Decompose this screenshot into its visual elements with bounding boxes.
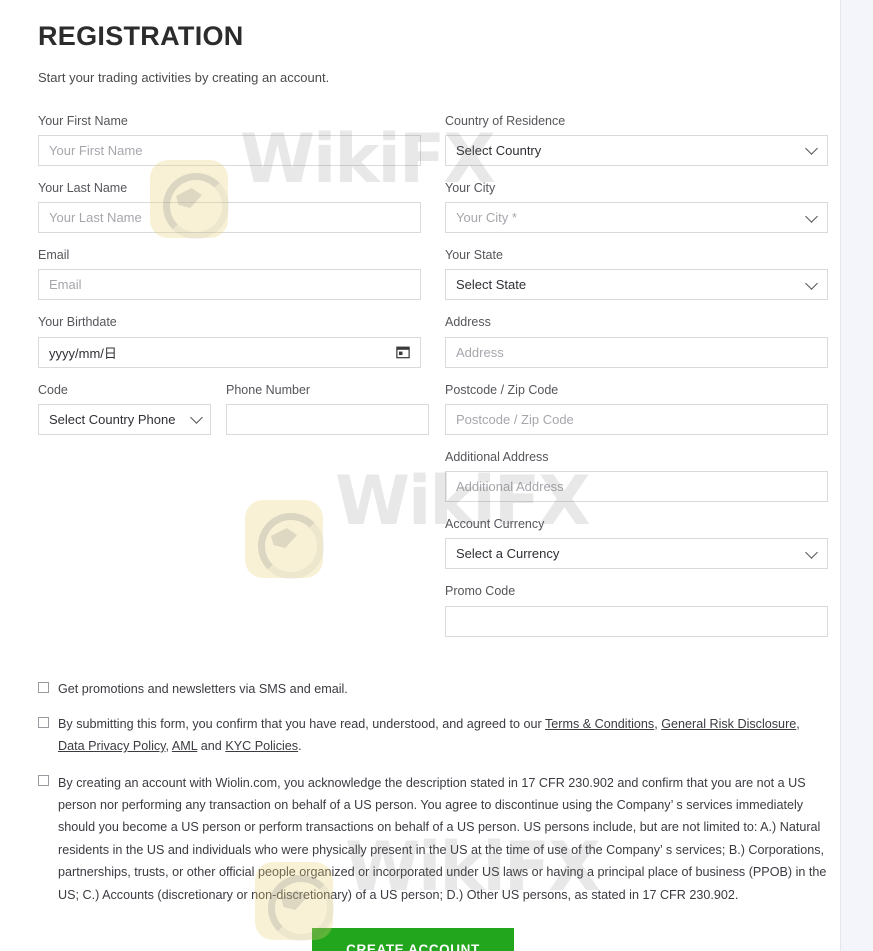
field-promo-code: Promo Code bbox=[445, 583, 828, 637]
label-first-name: Your First Name bbox=[38, 113, 128, 128]
input-additional-address[interactable]: Additional Address bbox=[445, 471, 828, 503]
label-city: Your City bbox=[445, 180, 496, 195]
input-birthdate[interactable]: yyyy/mm/日 bbox=[38, 336, 421, 368]
select-account-currency[interactable]: Select a Currency bbox=[445, 538, 828, 570]
field-email: Email Email bbox=[38, 247, 421, 301]
label-additional-address: Additional Address bbox=[445, 449, 549, 464]
input-first-name-placeholder: Your First Name bbox=[49, 142, 143, 158]
label-promo-code: Promo Code bbox=[445, 584, 516, 599]
consent-terms: By submitting this form, you confirm tha… bbox=[38, 714, 828, 757]
registration-content: REGISTRATION Start your trading activiti… bbox=[0, 0, 840, 951]
checkbox-us-person[interactable] bbox=[38, 774, 49, 786]
label-country-code: Code bbox=[38, 382, 68, 397]
select-country-of-residence-value: Select Country bbox=[456, 142, 542, 158]
page-gutter bbox=[840, 0, 873, 951]
field-account-currency: Account Currency Select a Currency bbox=[445, 516, 828, 570]
input-birthdate-value: yyyy/mm/日 bbox=[49, 345, 117, 361]
input-first-name[interactable]: Your First Name bbox=[38, 134, 421, 166]
label-birthdate: Your Birthdate bbox=[38, 315, 117, 330]
chevron-down-icon bbox=[805, 142, 818, 156]
label-phone-number: Phone Number bbox=[226, 382, 311, 397]
consent-us-person: By creating an account with Wiolin.com, … bbox=[38, 772, 828, 906]
field-birthdate: Your Birthdate yyyy/mm/日 bbox=[38, 314, 421, 368]
field-city: Your City Your City * bbox=[445, 180, 828, 234]
label-state: Your State bbox=[445, 248, 503, 263]
input-address[interactable]: Address bbox=[445, 336, 828, 368]
chevron-down-icon bbox=[805, 209, 818, 223]
select-account-currency-value: Select a Currency bbox=[456, 546, 560, 562]
select-city[interactable]: Your City * bbox=[445, 202, 828, 234]
chevron-down-icon bbox=[805, 277, 818, 290]
input-email-placeholder: Email bbox=[49, 277, 82, 293]
link-kyc-policies[interactable]: KYC Policies bbox=[225, 739, 298, 753]
field-phone-group: Code Select Country Phone Phone Number bbox=[38, 382, 429, 435]
label-email: Email bbox=[38, 248, 70, 263]
label-country-of-residence: Country of Residence bbox=[445, 113, 566, 128]
select-country-code[interactable]: Select Country Phone bbox=[38, 403, 211, 435]
consent-terms-tail: . bbox=[298, 739, 302, 753]
field-postcode: Postcode / Zip Code Postcode / Zip Code bbox=[445, 382, 828, 435]
form-column-right: Country of Residence Select Country Your… bbox=[445, 113, 828, 651]
input-last-name-placeholder: Your Last Name bbox=[49, 210, 142, 226]
calendar-icon[interactable] bbox=[396, 345, 410, 359]
select-city-placeholder: Your City * bbox=[456, 210, 517, 226]
consent-promotions-text: Get promotions and newsletters via SMS a… bbox=[58, 681, 348, 696]
create-account-button[interactable]: CREATE ACCOUNT bbox=[312, 928, 514, 951]
field-last-name: Your Last Name Your Last Name bbox=[38, 180, 421, 234]
consents-section: Get promotions and newsletters via SMS a… bbox=[38, 679, 828, 906]
consent-terms-sep2: , bbox=[796, 717, 800, 732]
consent-terms-sep4: and bbox=[197, 739, 226, 753]
select-country-of-residence[interactable]: Select Country bbox=[445, 134, 828, 166]
page-title: REGISTRATION bbox=[38, 21, 244, 51]
consent-promotions: Get promotions and newsletters via SMS a… bbox=[38, 679, 828, 701]
registration-page: WikiFX WikiFX WikiFX REGISTRATION Start … bbox=[0, 0, 873, 951]
consent-terms-lead: By submitting this form, you confirm tha… bbox=[58, 717, 545, 732]
field-state: Your State Select State bbox=[445, 247, 828, 301]
field-country-code: Code Select Country Phone bbox=[38, 382, 211, 435]
field-address: Address Address bbox=[445, 314, 828, 368]
field-country-of-residence: Country of Residence Select Country bbox=[445, 113, 828, 166]
chevron-down-icon bbox=[805, 546, 818, 559]
select-country-code-value: Select Country Phone bbox=[49, 411, 176, 427]
chevron-down-icon bbox=[190, 411, 203, 425]
input-promo-code[interactable] bbox=[445, 605, 828, 637]
input-postcode[interactable]: Postcode / Zip Code bbox=[445, 403, 828, 435]
link-terms-conditions[interactable]: Terms & Conditions bbox=[545, 717, 654, 731]
field-first-name: Your First Name Your First Name bbox=[38, 113, 421, 166]
submit-area: CREATE ACCOUNT bbox=[38, 928, 824, 951]
input-last-name[interactable]: Your Last Name bbox=[38, 202, 421, 234]
label-account-currency: Account Currency bbox=[445, 517, 545, 532]
input-phone-number[interactable] bbox=[226, 403, 429, 435]
consent-terms-text: By submitting this form, you confirm tha… bbox=[58, 714, 828, 757]
select-state-value: Select State bbox=[456, 277, 527, 293]
link-general-risk-disclosure[interactable]: General Risk Disclosure bbox=[661, 717, 796, 731]
label-last-name: Your Last Name bbox=[38, 180, 128, 195]
consent-us-person-text: By creating an account with Wiolin.com, … bbox=[58, 775, 827, 902]
input-address-placeholder: Address bbox=[456, 344, 504, 360]
link-aml[interactable]: AML bbox=[172, 739, 197, 753]
field-phone-number: Phone Number bbox=[226, 382, 429, 435]
page-subtitle: Start your trading activities by creatin… bbox=[38, 69, 330, 85]
input-email[interactable]: Email bbox=[38, 269, 421, 301]
checkbox-promotions[interactable] bbox=[38, 681, 49, 693]
input-postcode-placeholder: Postcode / Zip Code bbox=[456, 411, 574, 427]
checkbox-terms[interactable] bbox=[38, 717, 49, 729]
select-state[interactable]: Select State bbox=[445, 269, 828, 301]
label-postcode: Postcode / Zip Code bbox=[445, 382, 559, 397]
field-additional-address: Additional Address Additional Address bbox=[445, 449, 828, 503]
form-column-left: Your First Name Your First Name Your Las… bbox=[38, 113, 429, 651]
input-additional-address-placeholder: Additional Address bbox=[456, 479, 564, 495]
link-data-privacy-policy[interactable]: Data Privacy Policy bbox=[58, 739, 166, 753]
label-address: Address bbox=[445, 315, 491, 330]
registration-form: Your First Name Your First Name Your Las… bbox=[38, 113, 828, 651]
